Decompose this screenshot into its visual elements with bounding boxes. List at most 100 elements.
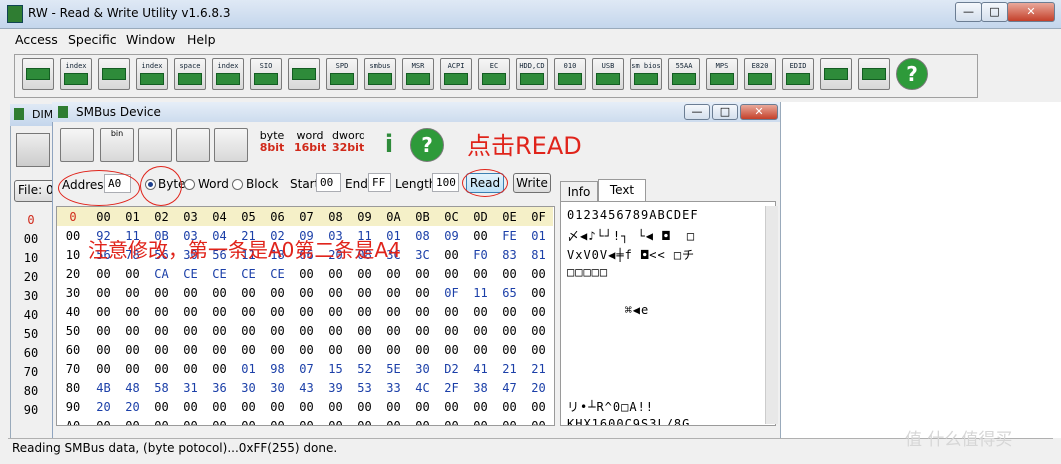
hex-cell[interactable]: 00 bbox=[234, 397, 263, 416]
hex-cell[interactable]: 00 bbox=[495, 302, 524, 321]
hex-cell[interactable]: 4C bbox=[408, 378, 437, 397]
hex-cell[interactable]: 00 bbox=[321, 416, 350, 426]
hex-cell[interactable]: 00 bbox=[234, 283, 263, 302]
hex-cell[interactable]: 20 bbox=[524, 378, 553, 397]
hex-cell[interactable]: 09 bbox=[437, 226, 466, 245]
hex-cell[interactable]: 00 bbox=[350, 340, 379, 359]
hex-cell[interactable]: 00 bbox=[524, 397, 553, 416]
hex-cell[interactable]: 00 bbox=[524, 264, 553, 283]
edid-icon[interactable]: EDID bbox=[782, 58, 814, 90]
hex-cell[interactable]: 00 bbox=[495, 340, 524, 359]
hex-cell[interactable]: 00 bbox=[466, 397, 495, 416]
io-space-icon[interactable]: space bbox=[174, 58, 206, 90]
hex-cell[interactable]: 15 bbox=[321, 359, 350, 378]
open-icon[interactable] bbox=[138, 128, 172, 162]
hex-cell[interactable]: 98 bbox=[263, 359, 292, 378]
hex-cell[interactable]: 00 bbox=[147, 397, 176, 416]
hex-cell[interactable]: 00 bbox=[408, 321, 437, 340]
hex-cell[interactable]: 53 bbox=[350, 378, 379, 397]
hex-cell[interactable]: 00 bbox=[205, 321, 234, 340]
io-index-icon[interactable]: index bbox=[212, 58, 244, 90]
hex-cell[interactable]: 00 bbox=[466, 264, 495, 283]
hex-cell[interactable]: 00 bbox=[118, 302, 147, 321]
hex-cell[interactable]: 00 bbox=[350, 321, 379, 340]
hex-cell[interactable]: 00 bbox=[524, 283, 553, 302]
hex-cell[interactable]: CE bbox=[234, 264, 263, 283]
help-icon[interactable]: ? bbox=[896, 58, 928, 90]
hex-cell[interactable]: 00 bbox=[524, 340, 553, 359]
hex-cell[interactable]: 83 bbox=[495, 245, 524, 264]
hex-cell[interactable]: 00 bbox=[176, 397, 205, 416]
menu-window[interactable]: Window bbox=[126, 32, 175, 47]
hex-cell[interactable]: 00 bbox=[350, 264, 379, 283]
hex-cell[interactable]: 38 bbox=[466, 378, 495, 397]
hex-cell[interactable]: 00 bbox=[263, 397, 292, 416]
smbus-minimize-button[interactable]: — bbox=[684, 104, 710, 120]
battery-icon[interactable] bbox=[858, 58, 890, 90]
hex-cell[interactable]: 00 bbox=[89, 283, 118, 302]
hex-cell[interactable]: 00 bbox=[524, 302, 553, 321]
pci-icon[interactable] bbox=[22, 58, 54, 90]
hex-cell[interactable]: 00 bbox=[89, 416, 118, 426]
hex-cell[interactable]: 33 bbox=[379, 378, 408, 397]
hex-cell[interactable]: 00 bbox=[176, 321, 205, 340]
hex-cell[interactable]: D2 bbox=[437, 359, 466, 378]
hex-cell[interactable]: 00 bbox=[524, 321, 553, 340]
mps-icon[interactable]: MPS bbox=[706, 58, 738, 90]
hex-cell[interactable]: 00 bbox=[147, 302, 176, 321]
hex-cell[interactable]: 00 bbox=[379, 416, 408, 426]
hex-cell[interactable]: 00 bbox=[205, 302, 234, 321]
hex-cell[interactable]: 00 bbox=[89, 264, 118, 283]
hex-cell[interactable]: 30 bbox=[263, 378, 292, 397]
mode-block-radio[interactable] bbox=[232, 179, 243, 190]
minimize-button[interactable]: — bbox=[955, 2, 982, 22]
sio-icon[interactable]: SIO bbox=[250, 58, 282, 90]
hex-cell[interactable]: 00 bbox=[466, 302, 495, 321]
start-input[interactable]: 00 bbox=[316, 173, 341, 192]
hex-cell[interactable]: 00 bbox=[263, 340, 292, 359]
text-scrollbar[interactable] bbox=[765, 206, 778, 424]
hex-cell[interactable]: 00 bbox=[350, 283, 379, 302]
hex-cell[interactable]: 00 bbox=[176, 283, 205, 302]
hex-cell[interactable]: 00 bbox=[321, 397, 350, 416]
hex-cell[interactable]: 00 bbox=[292, 397, 321, 416]
hex-cell[interactable]: 58 bbox=[147, 378, 176, 397]
menu-help[interactable]: Help bbox=[187, 32, 216, 47]
hex-cell[interactable]: 00 bbox=[205, 397, 234, 416]
close-button[interactable]: ✕ bbox=[1007, 2, 1055, 22]
hex-cell[interactable]: 00 bbox=[466, 321, 495, 340]
acpi-icon[interactable]: ACPI bbox=[440, 58, 472, 90]
disk-icon[interactable]: 010 bbox=[554, 58, 586, 90]
tab-info[interactable]: Info bbox=[560, 181, 598, 202]
msr-icon[interactable]: MSR bbox=[402, 58, 434, 90]
tab-text[interactable]: Text bbox=[598, 179, 646, 202]
hex-cell[interactable]: 20 bbox=[89, 397, 118, 416]
hex-cell[interactable]: 00 bbox=[147, 321, 176, 340]
end-input[interactable]: FF bbox=[368, 173, 391, 192]
hex-cell[interactable]: 00 bbox=[263, 302, 292, 321]
hex-cell[interactable]: 00 bbox=[118, 321, 147, 340]
hex-cell[interactable]: 00 bbox=[176, 302, 205, 321]
hex-cell[interactable]: F0 bbox=[466, 245, 495, 264]
hex-cell[interactable]: 00 bbox=[118, 340, 147, 359]
dword-icon[interactable]: dword 32bit bbox=[332, 128, 364, 160]
hex-cell[interactable]: 00 bbox=[408, 264, 437, 283]
hex-cell[interactable]: 00 bbox=[118, 283, 147, 302]
smbus-titlebar[interactable] bbox=[52, 102, 780, 122]
hex-cell[interactable]: 00 bbox=[205, 283, 234, 302]
hex-cell[interactable]: 2F bbox=[437, 378, 466, 397]
hex-cell[interactable]: 00 bbox=[147, 359, 176, 378]
hex-cell[interactable]: 00 bbox=[437, 416, 466, 426]
hex-cell[interactable]: 00 bbox=[176, 359, 205, 378]
hex-cell[interactable]: 00 bbox=[408, 397, 437, 416]
hex-cell[interactable]: 00 bbox=[524, 416, 553, 426]
save-icon[interactable] bbox=[16, 133, 50, 167]
find-icon[interactable] bbox=[176, 128, 210, 162]
hex-cell[interactable]: 00 bbox=[234, 302, 263, 321]
smbus-icon[interactable]: smbus bbox=[364, 58, 396, 90]
mode-word-radio[interactable] bbox=[184, 179, 195, 190]
table-icon[interactable] bbox=[214, 128, 248, 162]
hex-cell[interactable]: CE bbox=[205, 264, 234, 283]
hex-cell[interactable]: CA bbox=[147, 264, 176, 283]
hex-cell[interactable]: 0F bbox=[437, 283, 466, 302]
